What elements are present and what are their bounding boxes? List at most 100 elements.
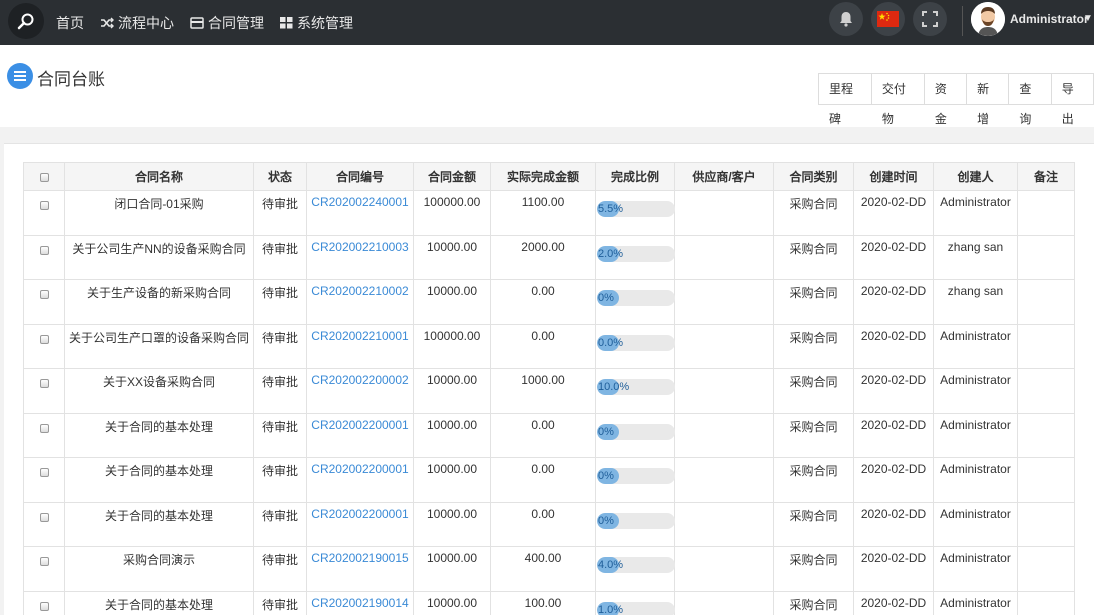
col-header-ratio[interactable]: 完成比例	[595, 162, 675, 191]
funds-button[interactable]: 资金	[925, 74, 968, 126]
progress-text: 0%	[598, 292, 614, 304]
row-checkbox[interactable]	[23, 368, 65, 414]
contract-code-link[interactable]: CR202002190015	[311, 551, 408, 565]
user-avatar[interactable]	[971, 2, 1005, 36]
china-flag-icon[interactable]	[871, 2, 905, 36]
progress-bar: 4.0%	[597, 557, 675, 573]
nav-divider	[962, 6, 963, 36]
col-header-type[interactable]: 合同类别	[773, 162, 854, 191]
cell-name: 关于生产设备的新采购合同	[64, 279, 254, 325]
col-header-name[interactable]: 合同名称	[64, 162, 254, 191]
nav-home-label: 首页	[56, 14, 84, 31]
bell-icon[interactable]	[829, 2, 863, 36]
col-header-code[interactable]: 合同编号	[306, 162, 414, 191]
cell-amount: 10000.00	[413, 457, 491, 503]
col-header-supplier[interactable]: 供应商/客户	[674, 162, 774, 191]
progress-text: 0%	[598, 425, 614, 438]
cell-creator: Administrator	[933, 590, 1018, 615]
cell-amount: 10000.00	[413, 412, 491, 458]
row-checkbox[interactable]	[23, 279, 65, 325]
progress-bar: 10.0%	[597, 379, 675, 395]
row-checkbox[interactable]	[23, 546, 65, 592]
contract-code-link[interactable]: CR202002190014	[311, 596, 408, 610]
cell-status: 待审批	[253, 279, 307, 325]
chevron-down-icon[interactable]: ▼	[1083, 13, 1093, 24]
cell-ratio: 0%	[595, 457, 675, 503]
cell-actual: 1000.00	[490, 368, 596, 414]
cell-creator: Administrator	[933, 546, 1018, 592]
row-checkbox[interactable]	[23, 412, 65, 458]
nav-item-workflow[interactable]: 流程中心	[100, 13, 174, 33]
contract-code-link[interactable]: CR202002200001	[311, 507, 408, 521]
cell-ratio: 0%	[595, 279, 675, 325]
select-all-checkbox[interactable]	[23, 162, 65, 191]
contract-code-link[interactable]: CR202002200001	[311, 462, 408, 476]
cell-supplier	[674, 368, 774, 414]
row-checkbox[interactable]	[23, 457, 65, 503]
cell-type: 采购合同	[773, 501, 854, 547]
progress-text: 4.0%	[598, 559, 624, 571]
cell-actual: 100.00	[490, 590, 596, 615]
contract-code-link[interactable]: CR202002200002	[311, 373, 408, 387]
cell-ratio: 0%	[595, 412, 675, 458]
row-checkbox[interactable]	[23, 323, 65, 369]
table-row[interactable]: 关于公司生产口罩的设备采购合同 待审批 CR202002210001 100000.0…	[23, 323, 1075, 369]
table-row[interactable]: 关于合同的基本处理 待审批 CR202002200001 10000.00 0.00 0%…	[23, 457, 1075, 503]
table-row[interactable]: 闭口合同-01采购 待审批 CR202002240001 100000.00 1100.…	[23, 190, 1075, 236]
col-header-note[interactable]: 备注	[1017, 162, 1075, 191]
contract-code-link[interactable]: CR202002210003	[311, 240, 408, 254]
contract-code-link[interactable]: CR202002210002	[311, 284, 408, 298]
table-row[interactable]: 采购合同演示 待审批 CR202002190015 10000.00 400.00 4.0…	[23, 546, 1075, 592]
progress-bar: 5.5%	[597, 201, 675, 217]
nav-item-home[interactable]: 首页	[56, 13, 84, 33]
table-row[interactable]: 关于生产设备的新采购合同 待审批 CR202002210002 10000.00 0.0…	[23, 279, 1075, 325]
contract-code-link[interactable]: CR202002200001	[311, 418, 408, 432]
table-row[interactable]: 关于公司生产NN的设备采购合同 待审批 CR202002210003 10000.00…	[23, 234, 1075, 280]
query-button[interactable]: 查询	[1009, 74, 1052, 126]
cell-status: 待审批	[253, 501, 307, 547]
table-row[interactable]: 关于合同的基本处理 待审批 CR202002190014 10000.00 100.00…	[23, 590, 1075, 615]
cell-name: 闭口合同-01采购	[64, 190, 254, 236]
cell-type: 采购合同	[773, 368, 854, 414]
col-header-creator[interactable]: 创建人	[933, 162, 1018, 191]
table-row[interactable]: 关于合同的基本处理 待审批 CR202002200001 10000.00 0.00 0%…	[23, 501, 1075, 547]
contract-code-link[interactable]: CR202002240001	[311, 195, 408, 209]
add-button[interactable]: 新增	[967, 74, 1010, 126]
progress-text: 0%	[598, 470, 614, 482]
toolbar: 里程碑 交付物 资金 新增 查询 导出	[818, 73, 1094, 126]
nav-item-contracts[interactable]: 合同管理	[190, 13, 264, 33]
row-checkbox[interactable]	[23, 590, 65, 615]
table-row[interactable]: 关于XX设备采购合同 待审批 CR202002200002 10000.00 1000.…	[23, 368, 1075, 414]
col-header-date[interactable]: 创建时间	[853, 162, 934, 191]
fullscreen-icon[interactable]	[913, 2, 947, 36]
cell-creator: Administrator	[933, 501, 1018, 547]
search-icon[interactable]	[8, 3, 44, 39]
table-row[interactable]: 关于合同的基本处理 待审批 CR202002200001 10000.00 0.00 0%…	[23, 412, 1075, 458]
cell-amount: 10000.00	[413, 368, 491, 414]
cell-actual: 0.00	[490, 412, 596, 458]
user-name[interactable]: Administrator	[1010, 12, 1089, 26]
cell-code: CR202002200002	[306, 368, 414, 414]
nav-item-system[interactable]: 系统管理	[280, 13, 353, 33]
col-header-status[interactable]: 状态	[253, 162, 307, 191]
row-checkbox[interactable]	[23, 234, 65, 280]
col-header-amount[interactable]: 合同金额	[413, 162, 491, 191]
progress-bar: 0%	[597, 290, 675, 306]
row-checkbox[interactable]	[23, 501, 65, 547]
export-button[interactable]: 导出	[1052, 74, 1093, 126]
deliverable-button[interactable]: 交付物	[872, 74, 925, 126]
cell-date: 2020-02-DD	[853, 590, 934, 615]
col-header-actual[interactable]: 实际完成金额	[490, 162, 596, 191]
progress-text: 0.0%	[598, 336, 624, 349]
cell-date: 2020-02-DD	[853, 323, 934, 369]
contract-code-link[interactable]: CR202002210001	[311, 329, 408, 343]
card-icon	[190, 16, 204, 29]
row-checkbox[interactable]	[23, 190, 65, 236]
cell-code: CR202002200001	[306, 501, 414, 547]
milestone-button[interactable]: 里程碑	[819, 74, 872, 126]
cell-date: 2020-02-DD	[853, 279, 934, 325]
cell-code: CR202002210002	[306, 279, 414, 325]
cell-creator: Administrator	[933, 190, 1018, 236]
nav-contracts-label: 合同管理	[208, 14, 264, 31]
progress-bar: 0%	[597, 423, 675, 440]
